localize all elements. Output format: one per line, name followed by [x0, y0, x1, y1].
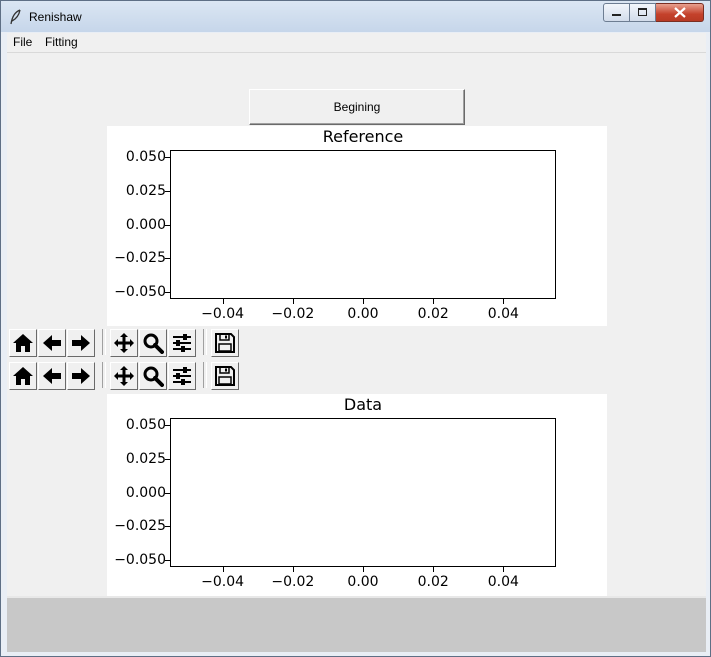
y-tick-mark [165, 224, 170, 226]
x-tick-label: 0.04 [487, 306, 519, 322]
y-tick-label: 0.050 [125, 148, 166, 165]
save-button[interactable] [211, 362, 239, 390]
y-tick-label: −0.050 [114, 284, 166, 301]
pan-move-icon [113, 332, 135, 354]
magnifier-zoom-icon [142, 332, 164, 354]
x-tick-mark [363, 567, 364, 572]
x-tick-mark [363, 299, 364, 304]
x-tick-mark [433, 567, 435, 572]
menu-file[interactable]: File [13, 35, 32, 49]
x-tick-mark [222, 299, 224, 304]
menu-bar: File Fitting [7, 33, 706, 53]
home-button[interactable] [9, 329, 37, 357]
reference-plot-title: Reference [322, 127, 404, 146]
data-plot-title: Data [343, 395, 383, 414]
reference-axes [170, 150, 556, 299]
forward-button[interactable] [67, 362, 95, 390]
x-tick-mark [222, 567, 224, 572]
y-tick-mark [165, 560, 170, 562]
close-icon [673, 7, 686, 18]
back-button[interactable] [38, 362, 66, 390]
begin-button[interactable]: Begining [249, 89, 465, 125]
y-tick-label: 0.000 [125, 216, 166, 233]
x-tick-label: −0.04 [201, 306, 245, 322]
data-axes [170, 418, 556, 567]
forward-button[interactable] [67, 329, 95, 357]
arrow-right-icon [70, 333, 92, 353]
configure-button[interactable] [168, 362, 196, 390]
pan-move-icon [113, 365, 135, 387]
data-plot: Data 0.050 0.025 0.000 −0.025 −0.050 −0.04 −0.… [107, 394, 607, 596]
y-tick-label: −0.025 [114, 518, 166, 535]
x-tick-label: 0.02 [417, 306, 449, 322]
x-tick-mark [503, 299, 505, 304]
floppy-save-icon [215, 366, 235, 386]
menu-fitting[interactable]: Fitting [45, 35, 78, 49]
sliders-configure-icon [171, 333, 193, 353]
title-bar[interactable]: Renishaw [1, 1, 710, 32]
data-navigation-toolbar [9, 359, 706, 391]
y-tick-mark [165, 156, 170, 158]
toolbar-separator [102, 362, 106, 388]
y-tick-mark [165, 292, 170, 294]
configure-button[interactable] [168, 329, 196, 357]
arrow-right-icon [70, 366, 92, 386]
zoom-button[interactable] [139, 362, 167, 390]
app-window: Renishaw File Fitting Begining Reference… [0, 0, 711, 657]
home-icon [12, 366, 34, 386]
y-tick-label: −0.050 [114, 552, 166, 569]
minimize-button[interactable] [603, 3, 630, 22]
x-tick-mark [292, 299, 294, 304]
window-title: Renishaw [29, 10, 82, 24]
close-button[interactable] [656, 3, 704, 22]
y-tick-label: 0.025 [125, 450, 166, 467]
floppy-save-icon [215, 333, 235, 353]
y-tick-mark [165, 526, 170, 528]
x-tick-label: 0.02 [417, 574, 449, 590]
magnifier-zoom-icon [142, 365, 164, 387]
main-content: Begining Reference 0.050 0.025 0.000 −0.025… [7, 53, 706, 596]
arrow-left-icon [41, 333, 63, 353]
x-tick-label: 0.00 [347, 574, 379, 590]
status-bar [7, 596, 706, 652]
y-tick-mark [165, 458, 170, 460]
zoom-button[interactable] [139, 329, 167, 357]
pan-button[interactable] [110, 329, 138, 357]
y-tick-label: 0.025 [125, 182, 166, 199]
arrow-left-icon [41, 366, 63, 386]
y-tick-mark [165, 492, 170, 494]
x-tick-label: −0.04 [201, 574, 245, 590]
x-tick-mark [433, 299, 435, 304]
home-icon [12, 333, 34, 353]
home-button[interactable] [9, 362, 37, 390]
maximize-button[interactable] [630, 3, 656, 22]
pan-button[interactable] [110, 362, 138, 390]
reference-plot: Reference 0.050 0.025 0.000 −0.025 −0.050 −0.… [107, 126, 607, 326]
toolbar-separator [203, 329, 207, 355]
y-tick-mark [165, 190, 170, 192]
save-button[interactable] [211, 329, 239, 357]
maximize-icon [637, 8, 647, 16]
reference-navigation-toolbar [9, 326, 706, 358]
sliders-configure-icon [171, 366, 193, 386]
x-tick-label: 0.00 [347, 306, 379, 322]
y-tick-label: 0.000 [125, 484, 166, 501]
feather-app-icon [10, 9, 21, 25]
x-tick-label: 0.04 [487, 574, 519, 590]
back-button[interactable] [38, 329, 66, 357]
y-tick-label: 0.050 [125, 416, 166, 433]
x-tick-mark [503, 567, 505, 572]
x-tick-label: −0.02 [271, 306, 315, 322]
y-tick-mark [165, 424, 170, 426]
y-tick-label: −0.025 [114, 250, 166, 267]
toolbar-separator [203, 362, 207, 388]
y-tick-mark [165, 258, 170, 260]
minimize-icon [611, 13, 621, 16]
toolbar-separator [102, 329, 106, 355]
x-tick-mark [292, 567, 294, 572]
x-tick-label: −0.02 [271, 574, 315, 590]
